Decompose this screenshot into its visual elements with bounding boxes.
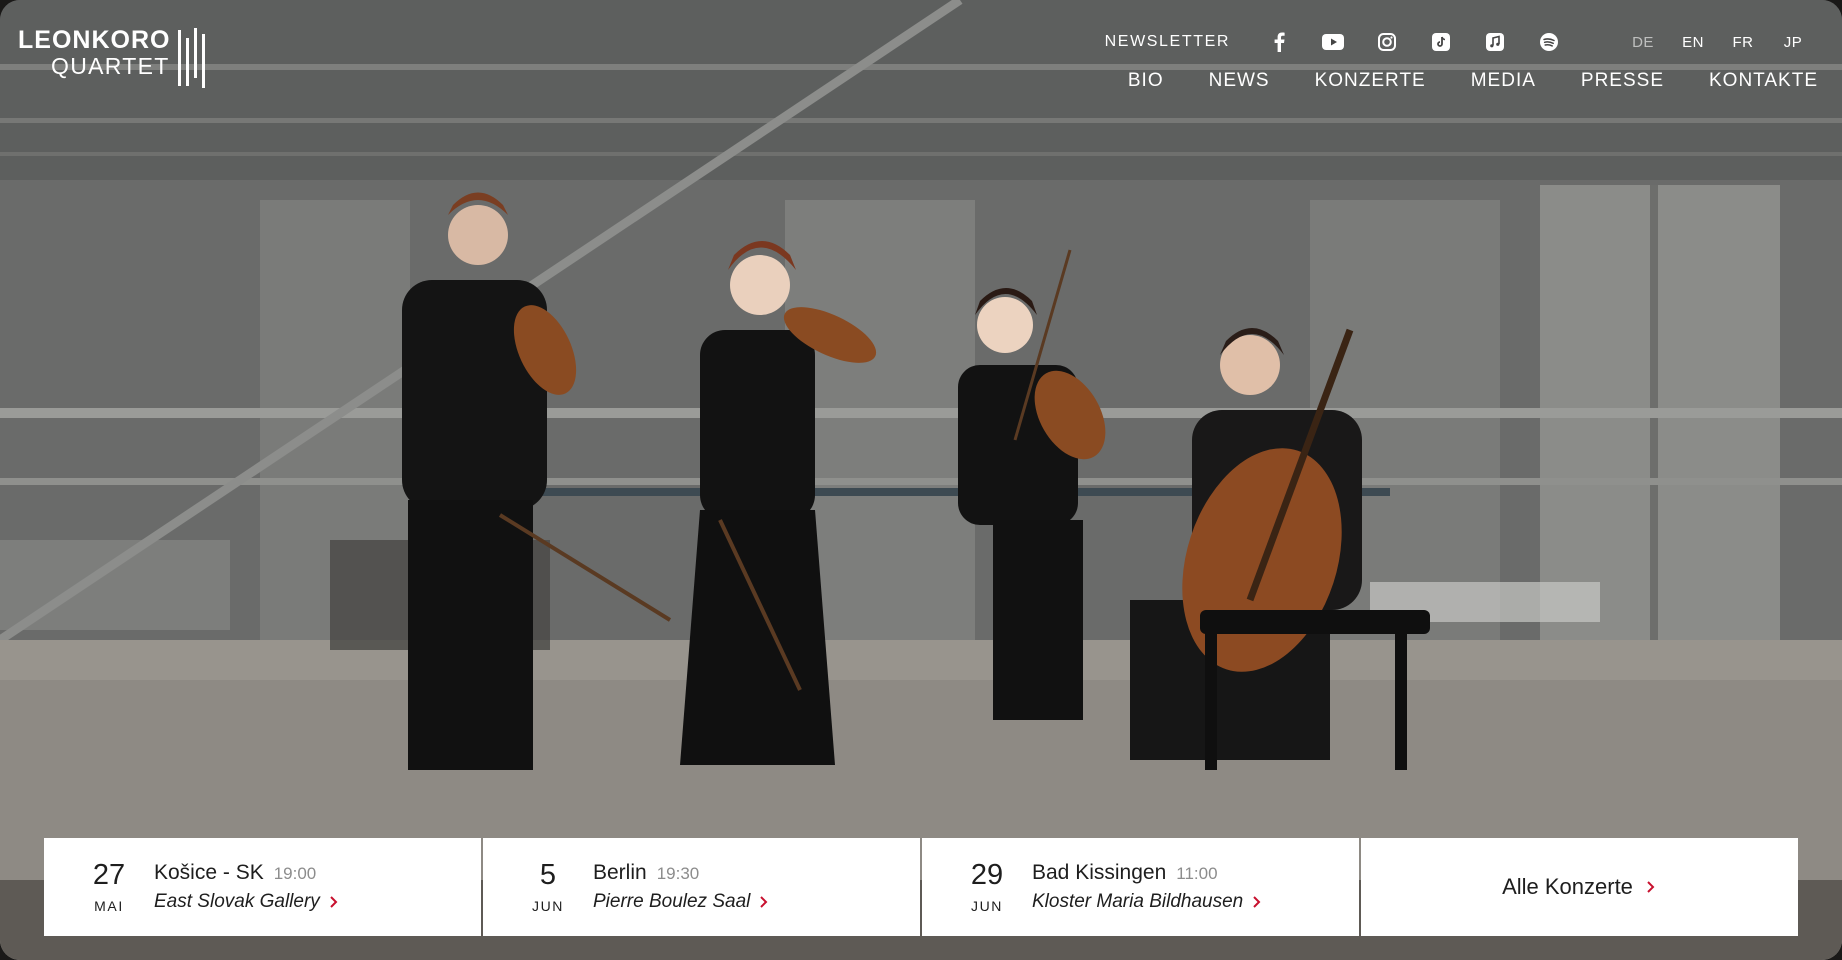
concert-month: MAI [94, 897, 124, 914]
concert-city: Košice - SK [154, 861, 264, 884]
language-switcher: DE EN FR JP [1618, 34, 1818, 51]
concert-city: Berlin [593, 861, 647, 884]
hero-photo [0, 0, 1842, 960]
brand-subtitle: QUARTET [51, 53, 170, 79]
nav-presse[interactable]: PRESSE [1581, 70, 1664, 92]
concert-city: Bad Kissingen [1032, 861, 1167, 884]
utility-bar: NEWSLETTER DE EN FR JP [1105, 30, 1818, 54]
concert-month: JUN [531, 897, 565, 914]
concert-info: Berlin 19:30 Pierre Boulez Saal [593, 861, 770, 913]
page: LEONKORO QUARTET NEWSLETTER DE EN FR JP … [0, 0, 1842, 960]
concert-venue[interactable]: Kloster Maria Bildhausen [1032, 891, 1243, 913]
chevron-right-icon [330, 896, 338, 908]
newsletter-link[interactable]: NEWSLETTER [1105, 33, 1230, 51]
lang-en[interactable]: EN [1668, 34, 1718, 51]
concert-day: 27 [92, 858, 126, 891]
youtube-icon[interactable] [1306, 30, 1360, 54]
concert-venue[interactable]: Pierre Boulez Saal [593, 891, 750, 913]
brand-name: LEONKORO [18, 26, 171, 54]
brand-mark-icon [178, 28, 206, 88]
lang-jp[interactable]: JP [1768, 34, 1818, 51]
concert-time: 11:00 [1176, 864, 1218, 883]
nav-bio[interactable]: BIO [1128, 70, 1164, 92]
social-links [1252, 30, 1576, 54]
main-nav: BIO NEWS KONZERTE MEDIA PRESSE KONTAKTE [1083, 70, 1818, 92]
concert-card[interactable]: 29 JUN Bad Kissingen 11:00 Kloster Maria… [922, 838, 1359, 936]
spotify-icon[interactable] [1522, 30, 1576, 54]
concert-time: 19:00 [273, 864, 317, 883]
tiktok-icon[interactable] [1414, 30, 1468, 54]
nav-konzerte[interactable]: KONZERTE [1315, 70, 1426, 92]
concert-month: JUN [970, 897, 1004, 914]
facebook-icon[interactable] [1252, 30, 1306, 54]
nav-media[interactable]: MEDIA [1471, 70, 1536, 92]
concert-info: Bad Kissingen 11:00 Kloster Maria Bildha… [1032, 861, 1263, 913]
concert-day: 5 [539, 858, 557, 891]
concert-info: Košice - SK 19:00 East Slovak Gallery [154, 861, 340, 913]
lang-de[interactable]: DE [1618, 34, 1668, 51]
apple-music-icon[interactable] [1468, 30, 1522, 54]
all-concerts-label: Alle Konzerte [1502, 874, 1633, 899]
concert-card[interactable]: 27 MAI Košice - SK 19:00 East Slovak Gal… [44, 838, 481, 936]
nav-news[interactable]: NEWS [1209, 70, 1270, 92]
lang-fr[interactable]: FR [1718, 34, 1768, 51]
concert-time: 19:30 [656, 864, 700, 883]
chevron-right-icon [1647, 881, 1655, 893]
brand-logo[interactable]: LEONKORO QUARTET [18, 28, 206, 88]
all-concerts-button[interactable]: Alle Konzerte [1361, 838, 1798, 936]
instagram-icon[interactable] [1360, 30, 1414, 54]
concert-day: 29 [970, 858, 1004, 891]
chevron-right-icon [1253, 896, 1261, 908]
nav-kontakte[interactable]: KONTAKTE [1709, 70, 1818, 92]
chevron-right-icon [760, 896, 768, 908]
concert-card[interactable]: 5 JUN Berlin 19:30 Pierre Boulez Saal [483, 838, 920, 936]
concert-venue[interactable]: East Slovak Gallery [154, 891, 320, 913]
concert-list: 27 MAI Košice - SK 19:00 East Slovak Gal… [44, 838, 1798, 936]
